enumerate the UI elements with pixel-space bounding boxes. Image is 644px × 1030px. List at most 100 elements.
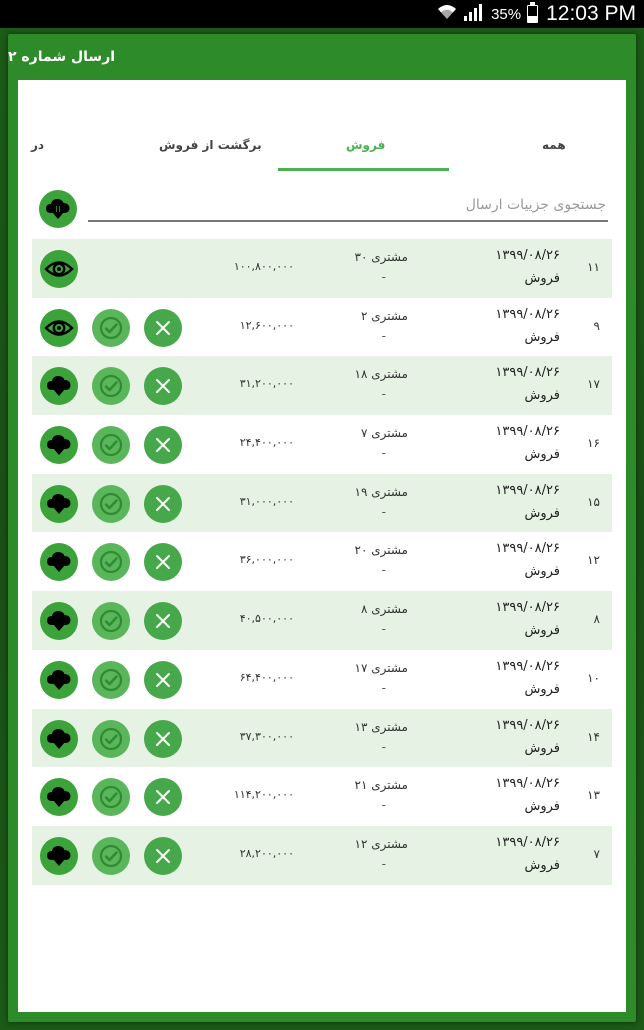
- close-icon: [156, 731, 170, 746]
- reject-button[interactable]: [144, 778, 182, 817]
- approve-button[interactable]: [92, 602, 130, 641]
- cloud-download-icon: [47, 493, 71, 514]
- check-circle-icon: [99, 492, 123, 515]
- row-type: فروش: [524, 564, 560, 580]
- eye-icon: [44, 319, 74, 336]
- approve-button[interactable]: [92, 367, 130, 406]
- approve-button[interactable]: [92, 660, 130, 699]
- row-date: ۱۳۹۹/۰۸/۲۶: [495, 365, 560, 381]
- row-index: ۱۱: [587, 260, 600, 274]
- close-icon: [156, 496, 170, 511]
- row-index: ۱۷: [587, 377, 600, 392]
- view-button[interactable]: [40, 308, 78, 347]
- check-circle-icon: [99, 551, 123, 574]
- row-index: ۱۰: [587, 670, 600, 685]
- row-amount: ۱۰۰,۸۰۰,۰۰۰: [233, 260, 294, 273]
- reject-button[interactable]: [144, 484, 182, 523]
- battery-icon: [527, 2, 539, 23]
- wifi-icon: [437, 3, 457, 25]
- row-type: فروش: [524, 447, 560, 463]
- row-customer: مشتری ۱۷: [354, 660, 408, 675]
- approve-button[interactable]: [92, 719, 130, 758]
- row-type: فروش: [524, 388, 560, 404]
- row-amount: ۳۶,۰۰۰,۰۰۰: [239, 553, 294, 567]
- reject-button[interactable]: [144, 602, 182, 641]
- tab-sales-return[interactable]: برگشت از فروش: [159, 138, 262, 152]
- download-button[interactable]: [40, 602, 78, 641]
- tab-all[interactable]: همه: [542, 138, 566, 152]
- reject-button[interactable]: [144, 719, 182, 758]
- row-customer: مشتری ۷: [360, 426, 408, 441]
- list-item[interactable]: ۱۳ ۱۳۹۹/۰۸/۲۶ فروش مشتری ۲۱ - ۱۱۴,۲۰۰,۰۰۰: [32, 767, 612, 826]
- approve-button[interactable]: [92, 543, 130, 582]
- tab-more[interactable]: در: [31, 138, 44, 152]
- eye-icon: [44, 261, 74, 277]
- list-item[interactable]: ۱۴ ۱۳۹۹/۰۸/۲۶ فروش مشتری ۱۳ - ۳۷,۳۰۰,۰۰۰: [32, 708, 612, 768]
- download-button[interactable]: [40, 367, 78, 406]
- row-date: ۱۳۹۹/۰۸/۲۶: [495, 424, 560, 440]
- reject-button[interactable]: [144, 660, 182, 699]
- list-item[interactable]: ۱۲ ۱۳۹۹/۰۸/۲۶ فروش مشتری ۲۰ - ۳۶,۰۰۰,۰۰۰: [32, 532, 612, 592]
- tab-bar: همه فروش برگشت از فروش در: [18, 80, 626, 152]
- list-item[interactable]: ۹ ۱۳۹۹/۰۸/۲۶ فروش مشتری ۲ - ۱۲,۶۰۰,۰۰۰: [32, 297, 612, 357]
- list-item[interactable]: ۱۶ ۱۳۹۹/۰۸/۲۶ فروش مشتری ۷ - ۲۴,۴۰۰,۰۰۰: [32, 415, 612, 474]
- search-row: [18, 180, 626, 236]
- signal-icon: [463, 3, 485, 25]
- list-item[interactable]: ۷ ۱۳۹۹/۰۸/۲۶ فروش مشتری ۱۲ - ۲۸,۲۰۰,۰۰۰: [32, 825, 612, 885]
- approve-button[interactable]: [92, 426, 130, 465]
- row-date: ۱۳۹۹/۰۸/۲۶: [495, 306, 560, 322]
- download-button[interactable]: [40, 426, 78, 465]
- list-item[interactable]: ۱۷ ۱۳۹۹/۰۸/۲۶ فروش مشتری ۱۸ - ۳۱,۲۰۰,۰۰۰: [32, 356, 612, 416]
- check-circle-icon: [99, 786, 123, 809]
- approve-button[interactable]: [92, 836, 130, 875]
- list-item[interactable]: ۱۱ ۱۳۹۹/۰۸/۲۶ فروش مشتری ۳۰ - ۱۰۰,۸۰۰,۰۰۰: [32, 239, 612, 298]
- cloud-download-icon: [47, 376, 71, 397]
- reject-button[interactable]: [144, 836, 182, 875]
- row-note: -: [381, 387, 386, 402]
- row-date: ۱۳۹۹/۰۸/۲۶: [495, 248, 560, 263]
- row-date: ۱۳۹۹/۰۸/۲۶: [495, 776, 560, 792]
- download-button[interactable]: [40, 719, 78, 758]
- cloud-download-icon: [47, 611, 71, 632]
- row-note: -: [381, 739, 386, 754]
- download-button[interactable]: [40, 543, 78, 582]
- reject-button[interactable]: [144, 308, 182, 347]
- approve-button[interactable]: [92, 484, 130, 523]
- view-button[interactable]: [40, 250, 78, 288]
- reject-button[interactable]: [144, 426, 182, 465]
- row-amount: ۳۱,۲۰۰,۰۰۰: [239, 377, 294, 391]
- dialog: ارسال شماره ۲ همه فروش برگشت از فروش در …: [8, 34, 636, 1022]
- approve-button[interactable]: [92, 778, 130, 817]
- check-circle-icon: [99, 668, 123, 691]
- download-button[interactable]: [40, 836, 78, 875]
- check-circle-icon: [99, 610, 123, 633]
- search-input[interactable]: [88, 190, 608, 222]
- download-button[interactable]: [40, 660, 78, 699]
- search-download-button[interactable]: [39, 190, 77, 228]
- close-icon: [156, 320, 170, 335]
- close-icon: [156, 555, 170, 570]
- reject-button[interactable]: [144, 367, 182, 406]
- row-index: ۸: [593, 612, 600, 627]
- check-circle-icon: [99, 433, 123, 457]
- approve-button[interactable]: [92, 308, 130, 347]
- active-tab-indicator: [278, 168, 449, 171]
- row-type: فروش: [524, 505, 560, 521]
- row-index: ۷: [593, 846, 600, 861]
- list-item[interactable]: ۸ ۱۳۹۹/۰۸/۲۶ فروش مشتری ۸ - ۴۰,۵۰۰,۰۰۰: [32, 591, 612, 650]
- row-customer: مشتری ۱۳: [354, 719, 408, 734]
- row-customer: مشتری ۲۱: [354, 778, 408, 793]
- row-date: ۱۳۹۹/۰۸/۲۶: [495, 658, 560, 674]
- download-button[interactable]: [40, 484, 78, 523]
- row-index: ۱۴: [587, 729, 600, 744]
- cloud-download-icon: [47, 845, 71, 866]
- list-item[interactable]: ۱۵ ۱۳۹۹/۰۸/۲۶ فروش مشتری ۱۹ - ۳۱,۰۰۰,۰۰۰: [32, 473, 612, 533]
- list-item[interactable]: ۱۰ ۱۳۹۹/۰۸/۲۶ فروش مشتری ۱۷ - ۶۴,۴۰۰,۰۰۰: [32, 649, 612, 709]
- row-date: ۱۳۹۹/۰۸/۲۶: [495, 541, 560, 557]
- row-note: -: [381, 680, 386, 695]
- tab-sales[interactable]: فروش: [346, 138, 385, 152]
- close-icon: [156, 790, 170, 805]
- reject-button[interactable]: [144, 543, 182, 582]
- download-button[interactable]: [40, 778, 78, 817]
- row-amount: ۱۱۴,۲۰۰,۰۰۰: [233, 788, 294, 802]
